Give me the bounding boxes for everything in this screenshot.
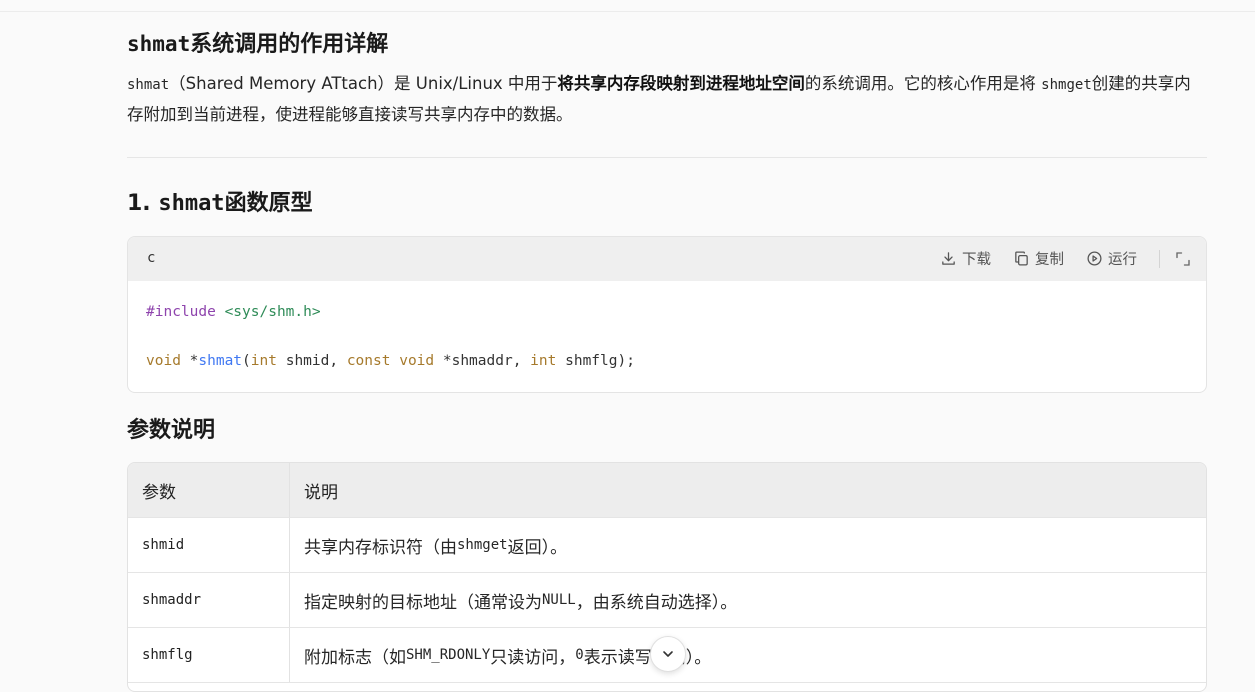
code-language: c	[147, 250, 156, 266]
table-header-cell: 说明	[304, 482, 338, 503]
inline-code: shmat	[127, 77, 170, 93]
copy-icon	[1015, 251, 1028, 266]
intro-bold: 将共享内存段映射到进程地址空间	[557, 74, 805, 93]
code-text: *shmaddr,	[434, 353, 531, 369]
code-keyword: const	[346, 353, 391, 369]
download-button[interactable]: 下载	[940, 248, 991, 269]
title-text: 系统调用的作用详解	[190, 32, 389, 57]
copy-label: 复制	[1035, 252, 1064, 268]
code-keyword: void	[146, 353, 181, 369]
desc-text: 附加标志（如	[304, 647, 406, 668]
code-body: #include <sys/shm.h> void *shmat(int shm…	[128, 281, 1206, 392]
code-toolbar: 下载 复制 运行	[918, 248, 1192, 269]
expand-icon[interactable]	[1174, 250, 1192, 268]
param-desc-cell: 附加标志（如 SHM_RDONLY 只读访问， 0 表示读写访问）。	[290, 628, 1206, 682]
section-code: shmat	[158, 191, 225, 216]
desc-text: 指定映射的目标地址（通常设为	[304, 592, 542, 613]
inline-code: NULL	[542, 592, 576, 608]
section-divider	[127, 157, 1207, 158]
code-text: shmid,	[276, 353, 347, 369]
code-text: *	[180, 353, 199, 369]
code-keyword: int	[250, 353, 277, 369]
copy-button[interactable]: 复制	[1013, 248, 1064, 269]
title-code: shmat	[127, 32, 191, 56]
section-heading-params: 参数说明	[127, 418, 216, 443]
page-title: shmat系统调用的作用详解	[127, 26, 388, 58]
intro-paragraph: shmat（Shared Memory ATtach）是 Unix/Linux …	[127, 69, 1207, 130]
section-text: 函数原型	[224, 191, 313, 216]
table-row: shmaddr 指定映射的目标地址（通常设为 NULL ，由系统自动选择）。	[128, 573, 1206, 628]
toolbar-separator	[1159, 249, 1160, 268]
intro-text: 的系统调用。它的核心作用是将	[804, 74, 1042, 93]
table-header-row: 参数 说明	[128, 463, 1206, 518]
inline-code: SHM_RDONLY	[406, 647, 491, 663]
code-line: #include <sys/shm.h>	[146, 301, 1188, 326]
download-label: 下载	[962, 252, 991, 268]
param-name-cell: shmid	[128, 518, 290, 572]
code-block: c 下载 复制 运行 #include <sys/shm.h> void *sh…	[127, 236, 1207, 393]
code-text: (	[242, 353, 251, 369]
table-row: shmid 共享内存标识符（由 shmget 返回）。	[128, 518, 1206, 573]
param-name-cell: shmflg	[128, 628, 290, 682]
chevron-down-icon	[663, 651, 673, 657]
scroll-to-bottom-button[interactable]	[650, 636, 686, 672]
code-line: void *shmat(int shmid, const void *shmad…	[146, 350, 1188, 375]
param-desc-cell: 指定映射的目标地址（通常设为 NULL ，由系统自动选择）。	[290, 573, 1206, 627]
inline-code: shmget	[457, 537, 508, 553]
play-circle-icon	[1087, 251, 1102, 266]
desc-text: 共享内存标识符（由	[304, 537, 457, 558]
code-directive: #include	[146, 304, 216, 320]
desc-text: 返回）。	[507, 537, 568, 558]
code-keyword: int	[530, 353, 557, 369]
section-heading-prototype: 1. shmat函数原型	[127, 185, 313, 217]
section-number: 1.	[127, 191, 159, 216]
desc-text: 只读访问，	[490, 647, 576, 668]
desc-text: 表示读写访问）。	[583, 647, 712, 668]
code-function: shmat	[198, 353, 243, 369]
top-divider	[0, 11, 1255, 12]
inline-code: shmget	[1041, 77, 1092, 93]
param-name-cell: shmaddr	[128, 573, 290, 627]
run-label: 运行	[1108, 252, 1137, 268]
intro-text: （Shared Memory ATtach）是 Unix/Linux 中用于	[169, 74, 558, 93]
download-icon	[942, 252, 955, 265]
code-text: shmflg);	[556, 353, 635, 369]
code-include-path: <sys/shm.h>	[224, 304, 321, 320]
param-desc-cell: 共享内存标识符（由 shmget 返回）。	[290, 518, 1206, 572]
run-button[interactable]: 运行	[1086, 248, 1137, 269]
inline-code: 0	[575, 647, 584, 663]
code-keyword: void	[399, 353, 435, 369]
table-header-cell: 参数	[128, 463, 290, 517]
desc-text: ，由系统自动选择）。	[575, 592, 738, 613]
code-header: c 下载 复制 运行	[128, 237, 1206, 281]
